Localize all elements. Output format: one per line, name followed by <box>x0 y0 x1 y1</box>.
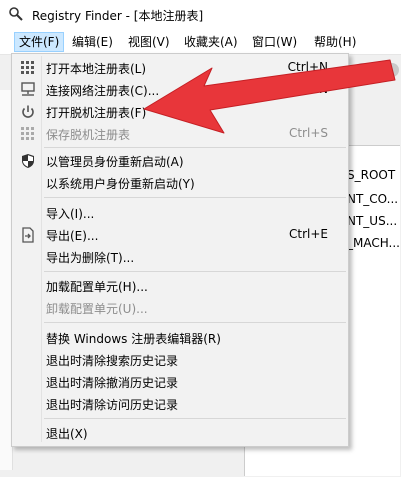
tree-item[interactable]: NT_US... <box>347 214 397 228</box>
menu-item-label: 退出时清除搜索历史记录 <box>46 354 179 368</box>
forward-button-icon[interactable] <box>385 63 399 77</box>
menu-item-label: 退出(X) <box>46 427 88 441</box>
tree-item[interactable]: _MACH... <box>347 236 400 250</box>
menu-separator <box>44 418 346 419</box>
magnifier-icon <box>9 7 23 21</box>
menu-item-load-hive[interactable]: 加载配置单元(H)... <box>14 275 346 297</box>
menu-item-shortcut: Ctrl+N <box>287 60 328 74</box>
menu-item-replace-regedit[interactable]: 替换 Windows 注册表编辑器(R) <box>14 327 346 349</box>
menu-item-label: 以管理员身份重新启动(A) <box>46 155 184 169</box>
menu-view[interactable]: 视图(V) <box>124 33 174 51</box>
tree-item[interactable]: NT_CO... <box>347 192 398 206</box>
network-icon <box>21 82 35 96</box>
menu-item-label: 导出(E)... <box>46 229 99 243</box>
menu-item-shortcut: Ctrl+S <box>288 126 328 140</box>
menu-item-connect-network-registry[interactable]: 连接网络注册表(C)... Ctrl+Shift+N <box>14 79 346 101</box>
menu-item-exit[interactable]: 退出(X) <box>14 422 346 444</box>
menu-item-unload-hive[interactable]: 卸载配置单元(U)... <box>14 297 346 319</box>
menu-item-label: 连接网络注册表(C)... <box>46 84 160 98</box>
menu-help[interactable]: 帮助(H) <box>310 33 360 51</box>
menu-item-label: 导出为删除(T)... <box>46 251 135 265</box>
menu-item-open-local-registry[interactable]: 打开本地注册表(L) Ctrl+N <box>14 57 346 79</box>
menu-item-restart-as-system[interactable]: 以系统用户身份重新启动(Y) <box>14 172 346 194</box>
file-menu-dropdown: 打开本地注册表(L) Ctrl+N 连接网络注册表(C)... Ctrl+Shi… <box>11 53 349 447</box>
menu-item-open-offline-registry[interactable]: 打开脱机注册表(F) <box>14 101 346 123</box>
menu-file[interactable]: 文件(F) <box>14 32 65 52</box>
menu-item-save-offline-registry[interactable]: 保存脱机注册表 Ctrl+S <box>14 123 346 145</box>
chevron-down-icon[interactable] <box>373 67 381 73</box>
menu-item-restart-as-admin[interactable]: 以管理员身份重新启动(A) <box>14 150 346 172</box>
menu-separator <box>44 147 346 148</box>
toolbar <box>345 55 401 85</box>
menu-item-shortcut: Ctrl+Shift+N <box>250 82 328 96</box>
menu-item-label: 退出时清除撤消历史记录 <box>46 376 179 390</box>
menu-item-export-as-delete[interactable]: 导出为删除(T)... <box>14 246 346 268</box>
menu-item-clear-undo-history[interactable]: 退出时清除撤消历史记录 <box>14 371 346 393</box>
menu-item-label: 保存脱机注册表 <box>46 128 131 142</box>
menu-separator <box>44 271 346 272</box>
menu-item-export[interactable]: 导出(E)... Ctrl+E <box>14 224 346 246</box>
menu-separator <box>44 322 346 323</box>
export-icon <box>22 227 34 243</box>
menu-item-label: 打开本地注册表(L) <box>46 62 147 76</box>
menu-item-label: 导入(I)... <box>46 207 95 221</box>
menu-item-label: 退出时清除访问历史记录 <box>46 398 179 412</box>
title-bar: Registry Finder - [本地注册表] <box>0 0 401 30</box>
grid-icon <box>21 61 34 74</box>
power-icon <box>22 105 34 118</box>
menu-item-import[interactable]: 导入(I)... <box>14 202 346 224</box>
menu-item-label: 打开脱机注册表(F) <box>46 106 147 120</box>
menu-item-clear-search-history[interactable]: 退出时清除搜索历史记录 <box>14 349 346 371</box>
menu-item-label: 加载配置单元(H)... <box>46 280 148 294</box>
grid-icon <box>21 127 34 140</box>
window-title: Registry Finder - [本地注册表] <box>32 9 204 23</box>
menu-separator <box>44 197 346 198</box>
menu-item-label: 替换 Windows 注册表编辑器(R) <box>46 332 221 346</box>
tree-item[interactable]: S_ROOT <box>347 168 395 182</box>
menu-edit[interactable]: 编辑(E) <box>68 33 117 51</box>
menu-item-label: 以系统用户身份重新启动(Y) <box>46 177 195 191</box>
menu-favorites[interactable]: 收藏夹(A) <box>180 33 242 51</box>
menu-item-label: 卸载配置单元(U)... <box>46 302 148 316</box>
shield-icon <box>22 154 34 168</box>
menu-item-clear-visit-history[interactable]: 退出时清除访问历史记录 <box>14 393 346 415</box>
menu-item-shortcut: Ctrl+E <box>289 227 328 241</box>
menu-window[interactable]: 窗口(W) <box>248 33 301 51</box>
back-button-icon[interactable] <box>355 63 369 77</box>
menu-bar: 文件(F) 编辑(E) 视图(V) 收藏夹(A) 窗口(W) 帮助(H) <box>0 30 401 55</box>
